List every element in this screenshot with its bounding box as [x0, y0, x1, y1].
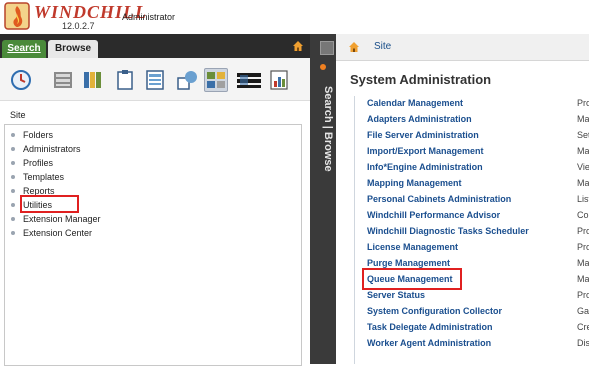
list-item: Windchill Performance Advisor Cor	[355, 208, 589, 224]
tree-item-extension-manager[interactable]: Extension Manager	[11, 212, 101, 226]
link-purge-management[interactable]: Purge Management	[367, 258, 450, 268]
navigator-tabbar: Search Browse	[0, 34, 310, 58]
home-icon[interactable]	[348, 41, 360, 53]
list-item: File Server Administration Set	[355, 128, 589, 144]
browse-toolbar	[0, 58, 310, 101]
link-info-engine-administration[interactable]: Info*Engine Administration	[367, 162, 483, 172]
windchill-flame-icon	[4, 2, 30, 30]
products-icon[interactable]	[52, 69, 74, 91]
row-description: Cre	[577, 322, 589, 332]
tab-search[interactable]: Search	[2, 40, 46, 58]
row-description: Ma	[577, 274, 589, 284]
site-icon[interactable]	[204, 68, 228, 92]
link-mapping-management[interactable]: Mapping Management	[367, 178, 462, 188]
recent-clock-icon[interactable]	[10, 69, 32, 91]
clipboard-icon[interactable]	[114, 69, 136, 91]
row-description: Pro	[577, 290, 589, 300]
tab-browse[interactable]: Browse	[48, 40, 98, 58]
row-description: Pro	[577, 226, 589, 236]
breadcrumb-bar: Site	[336, 34, 589, 61]
row-description: Ma	[577, 114, 589, 124]
version-label: 12.0.2.7	[62, 21, 95, 31]
link-import-export-management[interactable]: Import/Export Management	[367, 146, 484, 156]
link-license-management[interactable]: License Management	[367, 242, 458, 252]
tree-item-folders[interactable]: Folders	[10, 128, 53, 142]
home-icon[interactable]	[292, 40, 304, 52]
tree-item-administrators[interactable]: Administrators	[11, 142, 81, 156]
user-role: Administrator	[122, 12, 176, 22]
pin-icon[interactable]	[320, 64, 326, 70]
tree-item-profiles[interactable]: Profiles	[10, 156, 53, 170]
list-item: Info*Engine Administration Vie	[355, 160, 589, 176]
link-server-status[interactable]: Server Status	[367, 290, 425, 300]
row-description: Pro	[577, 98, 589, 108]
link-windchill-diagnostic-tasks-scheduler[interactable]: Windchill Diagnostic Tasks Scheduler	[367, 226, 529, 236]
admin-utilities-list: Calendar Management Pro Adapters Adminis…	[354, 96, 589, 364]
list-item: Worker Agent Administration Dis	[355, 336, 589, 352]
queue-management-highlight	[362, 268, 462, 290]
row-description: Set	[577, 130, 589, 140]
list-item: Server Status Pro	[355, 288, 589, 304]
link-file-server-administration[interactable]: File Server Administration	[367, 130, 479, 140]
table-icon[interactable]	[144, 69, 166, 91]
tree-item-extension-center[interactable]: Extension Center	[10, 226, 92, 240]
link-worker-agent-administration[interactable]: Worker Agent Administration	[367, 338, 491, 348]
page-title: System Administration	[350, 72, 492, 87]
list-item: License Management Pro	[355, 240, 589, 256]
row-description: Ma	[577, 258, 589, 268]
vertical-search-browse-tabs[interactable]: Search | Browse	[322, 86, 334, 172]
row-description: Gat	[577, 306, 589, 316]
row-description: Cor	[577, 210, 589, 220]
breadcrumb-site[interactable]: Site	[374, 41, 391, 52]
collapse-left-icon[interactable]	[320, 41, 334, 55]
site-tree: Folders Administrators Profiles Template…	[4, 124, 302, 366]
list-item: System Configuration Collector Gat	[355, 304, 589, 320]
organizations-icon[interactable]	[176, 69, 198, 91]
list-item: Mapping Management Ma	[355, 176, 589, 192]
workspace-icon[interactable]	[236, 69, 262, 91]
list-item: Adapters Administration Ma	[355, 112, 589, 128]
site-label: Site	[10, 110, 26, 120]
content-panel: Site System Administration Calendar Mana…	[336, 34, 589, 364]
link-calendar-management[interactable]: Calendar Management	[367, 98, 463, 108]
link-task-delegate-administration[interactable]: Task Delegate Administration	[367, 322, 493, 332]
list-item: Personal Cabinets Administration List	[355, 192, 589, 208]
row-description: Ma	[577, 146, 589, 156]
list-item: Calendar Management Pro	[355, 96, 589, 112]
row-description: Ma	[577, 178, 589, 188]
collapsed-navigator-strip[interactable]	[310, 34, 336, 364]
list-item: Task Delegate Administration Cre	[355, 320, 589, 336]
link-system-configuration-collector[interactable]: System Configuration Collector	[367, 306, 502, 316]
libraries-icon[interactable]	[82, 69, 104, 91]
reports-icon[interactable]	[268, 69, 290, 91]
link-adapters-administration[interactable]: Adapters Administration	[367, 114, 472, 124]
list-item: Windchill Diagnostic Tasks Scheduler Pro	[355, 224, 589, 240]
list-item: Import/Export Management Ma	[355, 144, 589, 160]
row-description: Pro	[577, 242, 589, 252]
row-description: List	[577, 194, 589, 204]
app-header: WINDCHILL 12.0.2.7 Administrator	[0, 0, 589, 34]
link-windchill-performance-advisor[interactable]: Windchill Performance Advisor	[367, 210, 500, 220]
utilities-highlight	[20, 195, 79, 213]
row-description: Vie	[577, 162, 589, 172]
link-personal-cabinets-administration[interactable]: Personal Cabinets Administration	[367, 194, 511, 204]
tree-item-templates[interactable]: Templates	[10, 170, 64, 184]
row-description: Dis	[577, 338, 589, 348]
